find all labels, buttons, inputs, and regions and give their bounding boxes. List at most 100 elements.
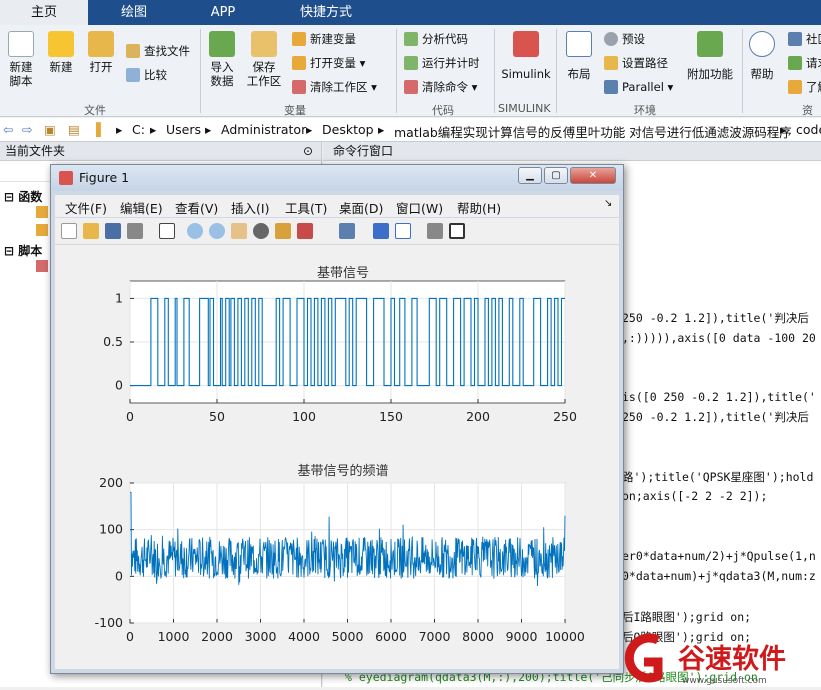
run-and-time-button[interactable]: 运行并计时 [404,55,480,71]
browse-folder-icon[interactable]: ▤ [68,122,80,137]
save-icon[interactable] [105,223,121,239]
learn-button[interactable]: 了解 [788,79,821,95]
import-icon [209,31,235,57]
maximize-button[interactable]: ▢ [544,167,568,184]
tab-apps[interactable]: APP [180,0,266,25]
address-bar[interactable]: ⇦ ⇨ ▣ ▤ ▌ ▸ C: ▸ Users ▸ Administrator ▸… [0,118,821,142]
add-ons-button[interactable]: 附加功能 [684,31,736,81]
code-line: ,:))))),axis([0 data -100 20 [622,331,816,345]
hide-plot-tools-icon[interactable] [427,223,443,239]
breadcrumb-code[interactable]: code [796,122,821,137]
figure-window[interactable]: Figure 1 ▁ ▢ ✕ 文件(F) 编辑(E) 查看(V) 插入(I) 工… [50,164,624,674]
community-button[interactable]: 社区 [788,31,821,47]
preferences-button[interactable]: 预设 [604,31,645,47]
minimize-button[interactable]: ▁ [518,167,542,184]
open-button[interactable]: 打开 [84,31,118,74]
add-ons-icon [697,31,723,57]
clear-workspace-button[interactable]: 清除工作区 ▾ [292,79,377,95]
new-variable-icon [292,32,306,46]
menu-insert[interactable]: 插入(I) [231,198,269,217]
new-figure-icon[interactable] [61,223,77,239]
plus-icon [48,31,74,57]
x-tick-label: 150 [379,409,403,424]
parallel-icon [604,80,618,94]
menu-window[interactable]: 窗口(W) [396,198,443,217]
menu-edit[interactable]: 编辑(E) [120,198,163,217]
figure-titlebar[interactable]: Figure 1 ▁ ▢ ✕ [51,165,623,191]
new-variable-button[interactable]: 新建变量 [292,31,356,47]
save-workspace-button[interactable]: 保存 工作区 [244,31,284,88]
dock-arrow-icon[interactable]: ↘ [604,198,612,209]
open-variable-button[interactable]: 打开变量 ▾ [292,55,365,71]
back-arrow-icon[interactable]: ⇦ [3,122,13,137]
breadcrumb-desktop[interactable]: Desktop [322,122,374,137]
figure-title: Figure 1 [79,170,130,185]
request-support-button[interactable]: 请求 [788,55,821,71]
clear-workspace-icon [292,80,306,94]
simulink-icon [513,31,539,57]
import-data-button[interactable]: 导入 数据 [205,31,239,88]
help-button[interactable]: 帮助 [746,31,778,81]
x-tick-label: 1000 [158,629,190,644]
breadcrumb-administrator[interactable]: Administrator [221,122,306,137]
code-line: is([0 250 -0.2 1.2]),title(' [622,390,816,404]
compare-button[interactable]: 比较 [126,67,167,83]
data-cursor-icon[interactable] [275,223,291,239]
print-icon[interactable] [127,223,143,239]
zoom-out-icon[interactable] [209,223,225,239]
breadcrumb-c[interactable]: C: [132,122,145,137]
open-file-icon[interactable] [83,223,99,239]
close-button[interactable]: ✕ [570,167,616,184]
function-file-icon[interactable] [36,206,48,218]
clear-commands-icon [404,80,418,94]
clear-commands-button[interactable]: 清除命令 ▾ [404,79,477,95]
up-folder-icon[interactable]: ▣ [44,122,56,137]
section-functions[interactable]: ⊟ 函数 [4,188,42,205]
legend-icon[interactable] [395,223,411,239]
breadcrumb-project[interactable]: matlab编程实现计算信号的反傅里叶功能 对信号进行低通滤波源码程序 [394,122,792,141]
link-plot-icon[interactable] [339,223,355,239]
request-support-icon [788,56,802,70]
colorbar-icon[interactable] [373,223,389,239]
panel-menu-icon[interactable]: ⊙ [303,142,313,161]
menu-view[interactable]: 查看(V) [175,198,218,217]
show-plot-tools-icon[interactable] [449,223,465,239]
forward-arrow-icon[interactable]: ⇨ [22,122,32,137]
plot-area: 基带信号 基带信号的频谱 0 50 100 150 200 250 0 0.5 1 0 1000 2… [55,245,619,669]
tab-home[interactable]: 主页 [0,0,88,25]
pan-hand-icon[interactable] [231,223,247,239]
rotate-3d-icon[interactable] [253,223,269,239]
tab-shortcuts[interactable]: 快捷方式 [268,0,384,25]
menu-tools[interactable]: 工具(T) [285,198,327,217]
brush-icon[interactable] [297,223,313,239]
community-icon [788,32,802,46]
figure-toolbar [55,218,619,245]
script-file-icon[interactable] [36,260,48,272]
menu-file[interactable]: 文件(F) [65,198,107,217]
section-scripts[interactable]: ⊟ 脚本 [4,242,42,259]
layout-button[interactable]: 布局 [562,31,596,81]
pointer-icon[interactable] [159,223,175,239]
axes-spectrum[interactable]: 0 1000 2000 3000 4000 5000 6000 7000 8000 9000 100… [95,475,585,644]
axes-baseband[interactable]: 0 50 100 150 200 250 0 0.5 1 [103,280,577,424]
new-button[interactable]: 新建 [44,31,78,74]
menu-desktop[interactable]: 桌面(D) [339,198,383,217]
tab-plots[interactable]: 绘图 [90,0,178,25]
function-file-icon[interactable] [36,224,48,236]
breadcrumb-users[interactable]: Users [166,122,201,137]
analyze-code-icon [404,32,418,46]
find-files-icon [126,44,140,58]
analyze-code-button[interactable]: 分析代码 [404,31,468,47]
y-tick-label: 0.5 [103,334,123,349]
chart-title-baseband: 基带信号 [317,266,369,281]
menu-help[interactable]: 帮助(H) [457,198,501,217]
simulink-button[interactable]: Simulink [500,31,552,81]
parallel-button[interactable]: Parallel ▾ [604,79,673,95]
new-script-button[interactable]: 新建 脚本 [4,31,38,88]
code-line: er0*data+num/2)+j*Qpulse(1,n [622,549,816,563]
x-tick-label: 4000 [288,629,320,644]
set-path-button[interactable]: 设置路径 [604,55,668,71]
y-tick-label: 0 [115,378,123,393]
find-files-button[interactable]: 查找文件 [126,43,190,59]
zoom-in-icon[interactable] [187,223,203,239]
